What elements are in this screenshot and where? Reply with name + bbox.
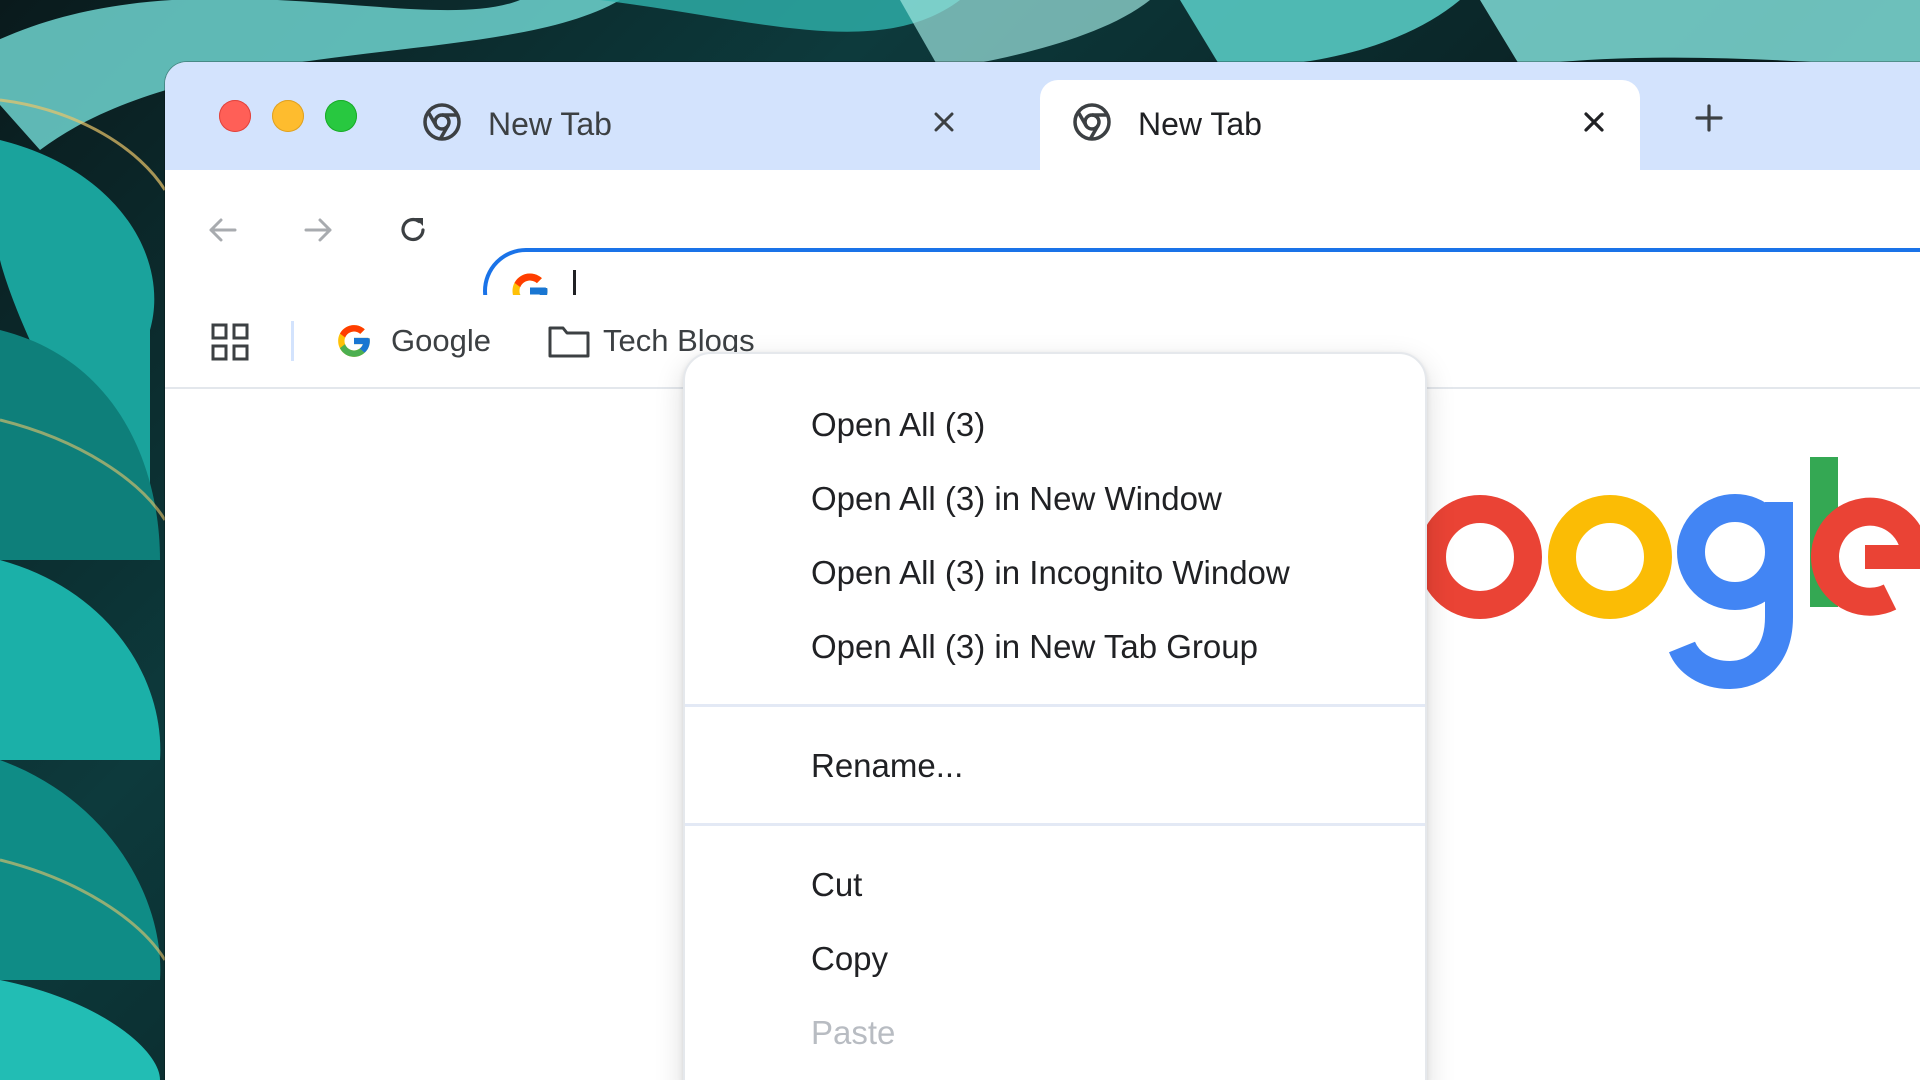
folder-icon bbox=[547, 322, 590, 360]
menu-separator bbox=[685, 823, 1425, 826]
tab-strip: New Tab New Tab bbox=[165, 62, 1920, 170]
menu-item-open-all[interactable]: Open All (3) bbox=[811, 400, 985, 450]
chrome-icon bbox=[422, 102, 462, 142]
bookmark-label: Google bbox=[391, 323, 491, 358]
menu-item-copy[interactable]: Copy bbox=[811, 934, 888, 984]
menu-item-cut[interactable]: Cut bbox=[811, 860, 862, 910]
bookmarks-divider bbox=[291, 321, 294, 361]
menu-item-rename[interactable]: Rename... bbox=[811, 741, 963, 791]
window-close-button[interactable] bbox=[219, 100, 251, 132]
forward-button[interactable] bbox=[288, 202, 348, 262]
tab-new-tab-2-active[interactable]: New Tab bbox=[1040, 80, 1640, 170]
chrome-icon bbox=[1072, 102, 1112, 142]
plus-icon bbox=[1694, 103, 1724, 138]
close-icon[interactable] bbox=[924, 102, 964, 142]
google-logo bbox=[1357, 387, 1920, 722]
bookmark-folder-context-menu: Open All (3) Open All (3) in New Window … bbox=[683, 352, 1427, 1080]
google-g-icon bbox=[335, 322, 373, 360]
window-maximize-button[interactable] bbox=[325, 100, 357, 132]
tab-title: New Tab bbox=[488, 106, 612, 142]
back-button[interactable] bbox=[193, 202, 253, 262]
menu-separator bbox=[685, 704, 1425, 707]
menu-item-open-all-new-tab-group[interactable]: Open All (3) in New Tab Group bbox=[811, 622, 1258, 672]
arrow-right-icon bbox=[300, 212, 336, 253]
arrow-left-icon bbox=[205, 212, 241, 253]
window-minimize-button[interactable] bbox=[272, 100, 304, 132]
tab-new-tab-1[interactable]: New Tab bbox=[390, 80, 990, 170]
new-tab-button[interactable] bbox=[1685, 96, 1733, 144]
apps-button[interactable] bbox=[210, 322, 250, 362]
menu-item-paste: Paste bbox=[811, 1014, 896, 1051]
reload-button[interactable] bbox=[383, 202, 443, 262]
toolbar bbox=[165, 170, 1920, 334]
reload-icon bbox=[395, 212, 431, 253]
apps-grid-icon bbox=[210, 323, 250, 366]
menu-item-open-all-new-window[interactable]: Open All (3) in New Window bbox=[811, 474, 1222, 524]
bookmark-google[interactable]: Google bbox=[335, 311, 491, 371]
menu-item-open-all-incognito-window[interactable]: Open All (3) in Incognito Window bbox=[811, 548, 1290, 598]
close-icon[interactable] bbox=[1574, 102, 1614, 142]
tab-title: New Tab bbox=[1138, 106, 1262, 142]
